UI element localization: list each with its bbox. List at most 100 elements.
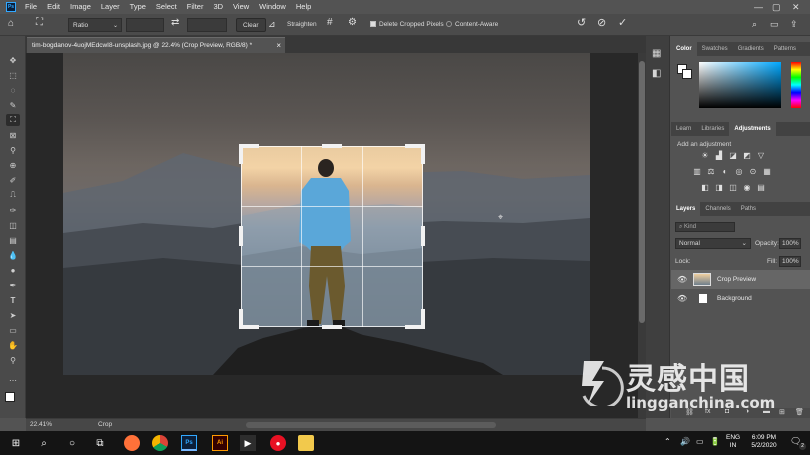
menu-image[interactable]: Image (65, 0, 96, 14)
search-icon[interactable]: ⌕ (752, 17, 757, 31)
eye-icon[interactable]: 👁 (677, 270, 687, 289)
channel-mixer-icon[interactable]: ⊙ (749, 168, 757, 176)
zoom-level[interactable]: 22.41% (30, 421, 52, 428)
eyedropper-tool-icon[interactable]: ⚲ (6, 144, 20, 156)
minimize-button[interactable]: — (754, 0, 763, 14)
tab-patterns[interactable]: Patterns (769, 42, 801, 56)
network-icon[interactable]: ▭ (696, 437, 704, 446)
tab-libraries[interactable]: Libraries (696, 122, 729, 136)
blur-tool-icon[interactable]: 💧 (6, 249, 20, 261)
photoshop-taskbar-icon[interactable]: Ps (181, 435, 197, 451)
home-icon[interactable]: ⌂ (8, 17, 14, 31)
screen-recorder-icon[interactable]: ● (270, 435, 286, 451)
menu-3d[interactable]: 3D (208, 0, 228, 14)
move-tool-icon[interactable]: ✥ (6, 54, 20, 66)
layer-row[interactable]: 👁 Background (671, 289, 810, 308)
ratio-height-input[interactable] (187, 18, 227, 32)
media-player-icon[interactable]: ▶ (240, 435, 256, 451)
crop-tool-icon[interactable]: ⛶ (6, 114, 20, 126)
maximize-button[interactable]: ▢ (772, 0, 781, 14)
menu-window[interactable]: Window (254, 0, 291, 14)
fill-input[interactable]: 100% (779, 256, 801, 267)
gradient-map-icon[interactable]: ▤ (757, 184, 765, 192)
clone-stamp-tool-icon[interactable]: ⎍ (6, 189, 20, 201)
opacity-input[interactable]: 100% (779, 238, 801, 249)
menu-layer[interactable]: Layer (96, 0, 125, 14)
windows-start-icon[interactable]: ⊞ (8, 435, 24, 451)
vibrance-icon[interactable]: ▽ (757, 152, 765, 160)
cortana-icon[interactable]: ○ (64, 435, 80, 451)
tab-layers[interactable]: Layers (671, 202, 701, 216)
invert-icon[interactable]: ◧ (701, 184, 709, 192)
healing-brush-tool-icon[interactable]: ⊕ (6, 159, 20, 171)
horizontal-scrollbar[interactable] (246, 422, 496, 428)
overlay-grid-icon[interactable]: # (327, 16, 333, 30)
tab-learn[interactable]: Learn (671, 122, 696, 136)
menu-help[interactable]: Help (291, 0, 316, 14)
zoom-tool-icon[interactable]: ⚲ (6, 354, 20, 366)
clear-button[interactable]: Clear (236, 18, 266, 32)
marquee-tool-icon[interactable]: ⬚ (6, 69, 20, 81)
ratio-select[interactable]: Ratio ⌄ (68, 18, 122, 32)
lasso-tool-icon[interactable]: ◌ (6, 84, 20, 96)
menu-select[interactable]: Select (151, 0, 182, 14)
delete-cropped-checkbox[interactable]: Delete Cropped Pixels (370, 18, 444, 32)
kind-filter-select[interactable]: ⌕ Kind (675, 222, 735, 232)
frame-tool-icon[interactable]: ⊠ (6, 129, 20, 141)
eye-icon[interactable]: 👁 (677, 289, 687, 308)
photo-filter-icon[interactable]: ◎ (735, 168, 743, 176)
hue-saturation-icon[interactable]: ▥ (693, 168, 701, 176)
foreground-color-swatch[interactable] (5, 392, 15, 402)
crop-handle-left[interactable] (239, 226, 243, 246)
task-view-icon[interactable]: ⧉ (92, 435, 108, 451)
close-tab-icon[interactable]: × (276, 38, 281, 54)
history-panel-icon[interactable]: ▦ (652, 48, 661, 59)
color-balance-icon[interactable]: ⚖ (707, 168, 715, 176)
layer-row[interactable]: 👁 Crop Preview (671, 270, 810, 289)
share-icon[interactable]: ⇪ (790, 17, 798, 31)
document-tab[interactable]: tim-bogdanov-4uojMEdcwI8-unsplash.jpg @ … (27, 37, 285, 53)
illustrator-icon[interactable]: Ai (212, 435, 228, 451)
crop-handle-top-right[interactable] (421, 144, 425, 164)
eraser-tool-icon[interactable]: ◫ (6, 219, 20, 231)
black-white-icon[interactable]: ◐ (721, 168, 729, 176)
crop-handle-bottom-left[interactable] (239, 309, 243, 329)
tab-color[interactable]: Color (671, 42, 697, 56)
cancel-crop-icon[interactable]: ⊘ (597, 16, 606, 30)
close-window-button[interactable]: ✕ (792, 0, 800, 14)
path-selection-tool-icon[interactable]: ➤ (6, 309, 20, 321)
search-icon[interactable]: ⌕ (36, 435, 52, 451)
curves-icon[interactable]: ◪ (729, 152, 737, 160)
swap-icon[interactable]: ⇄ (171, 16, 179, 30)
scrollbar-thumb[interactable] (639, 61, 645, 323)
tab-channels[interactable]: Channels (700, 202, 735, 216)
workspace-icon[interactable]: ▭ (770, 17, 779, 31)
more-tools-icon[interactable]: ⋯ (6, 374, 20, 386)
levels-icon[interactable]: ▟ (715, 152, 723, 160)
menu-file[interactable]: File (20, 0, 42, 14)
crop-box[interactable] (239, 144, 425, 329)
content-aware-checkbox[interactable]: Content-Aware (446, 18, 498, 32)
brush-tool-icon[interactable]: ✐ (6, 174, 20, 186)
chrome-icon[interactable] (152, 435, 168, 451)
hand-tool-icon[interactable]: ✋ (6, 339, 20, 351)
menu-edit[interactable]: Edit (42, 0, 65, 14)
speaker-icon[interactable]: 🔊 (680, 437, 690, 446)
crop-tool-preset-icon[interactable]: ⛶ (36, 16, 43, 30)
properties-panel-icon[interactable]: ◧ (652, 68, 661, 79)
crop-handle-bottom-right[interactable] (421, 309, 425, 329)
blend-mode-select[interactable]: Normal ⌄ (675, 238, 751, 249)
clock[interactable]: 6:09 PM 5/2/2020 (746, 434, 782, 450)
straighten-icon[interactable]: ⊿ (268, 17, 276, 31)
battery-icon[interactable]: 🔋 (710, 437, 720, 446)
selective-color-icon[interactable]: ◉ (743, 184, 751, 192)
menu-type[interactable]: Type (125, 0, 151, 14)
menu-view[interactable]: View (228, 0, 254, 14)
background-color-swatch[interactable] (682, 69, 692, 79)
pen-tool-icon[interactable]: ✒ (6, 279, 20, 291)
language-indicator[interactable]: ENG IN (726, 434, 740, 450)
quick-select-tool-icon[interactable]: ✎ (6, 99, 20, 111)
reset-icon[interactable]: ↺ (577, 16, 586, 30)
threshold-icon[interactable]: ◫ (729, 184, 737, 192)
ratio-width-input[interactable] (126, 18, 164, 32)
